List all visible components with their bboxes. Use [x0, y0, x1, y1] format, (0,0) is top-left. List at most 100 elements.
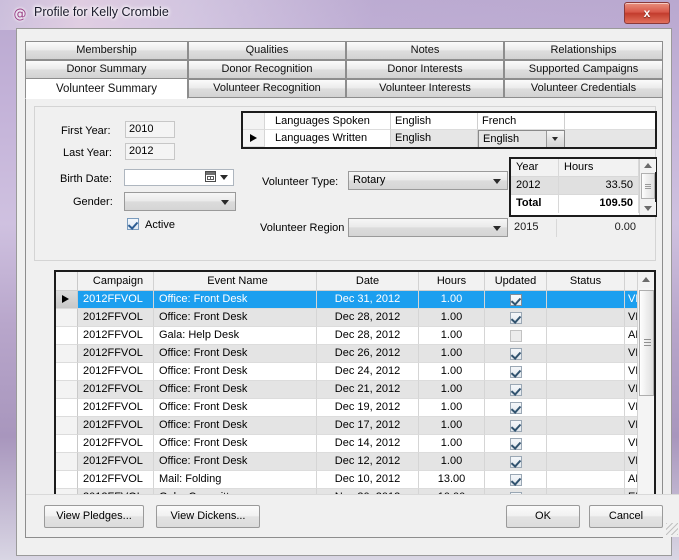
cell-event-name: Office: Front Desk	[154, 399, 317, 417]
table-row[interactable]: 2012FFVOL Office: Front Desk Dec 19, 2012 1…	[56, 399, 654, 417]
column-header-hours[interactable]: Hours	[419, 272, 485, 291]
row-pointer-icon	[250, 134, 257, 142]
cell-updated	[485, 327, 547, 345]
dialog-button-bar: View Pledges... View Dickens... OK Cance…	[26, 494, 679, 537]
column-header-campaign[interactable]: Campaign	[78, 272, 154, 291]
view-pledges-button[interactable]: View Pledges...	[44, 505, 144, 528]
table-row[interactable]: 2012FFVOL Office: Front Desk Dec 21, 2012 1…	[56, 381, 654, 399]
volunteer-region-select[interactable]	[348, 218, 508, 237]
active-checkbox[interactable]	[127, 218, 139, 230]
updated-checkbox[interactable]	[509, 330, 522, 342]
updated-checkbox[interactable]	[509, 456, 522, 468]
updated-checkbox[interactable]	[509, 348, 522, 360]
year-column-header: Year	[511, 159, 559, 177]
gender-label: Gender:	[73, 196, 113, 208]
chevron-down-icon	[493, 225, 501, 231]
cell-status	[547, 471, 625, 489]
scroll-thumb[interactable]	[641, 173, 655, 199]
languages-spoken-value-1[interactable]: English	[391, 113, 478, 130]
tab-volunteer-credentials[interactable]: Volunteer Credentials	[504, 79, 663, 98]
column-header-status[interactable]: Status	[547, 272, 625, 291]
scroll-up-icon[interactable]	[640, 159, 656, 172]
updated-checkbox[interactable]	[509, 438, 522, 450]
languages-written-row[interactable]: Languages Written English English	[243, 130, 655, 147]
first-year-field[interactable]: 2010	[125, 121, 175, 138]
column-header-event-name[interactable]: Event Name	[154, 272, 317, 291]
cell-event-name: Office: Front Desk	[154, 345, 317, 363]
table-row[interactable]: 2012FFVOL Gala: Help Desk Dec 28, 2012 1.00…	[56, 327, 654, 345]
tab-relationships[interactable]: Relationships	[504, 41, 663, 60]
tab-notes[interactable]: Notes	[346, 41, 504, 60]
grid-header-row: Campaign Event Name Date Hours Updated S…	[56, 272, 654, 291]
year-hours-row[interactable]: 2012 33.50	[511, 177, 639, 195]
table-row[interactable]: 2012FFVOL Office: Front Desk Dec 28, 2012 1…	[56, 309, 654, 327]
languages-spoken-value-2[interactable]: French	[478, 113, 565, 130]
cell-campaign: 2012FFVOL	[78, 327, 154, 345]
table-row[interactable]: 2012FFVOL Office: Front Desk Dec 14, 2012 1…	[56, 435, 654, 453]
calendar-icon	[205, 171, 216, 182]
cell-event-name: Gala: Help Desk	[154, 327, 317, 345]
scroll-down-icon[interactable]	[640, 202, 656, 215]
birth-date-label: Birth Date:	[60, 173, 112, 185]
tab-volunteer-interests[interactable]: Volunteer Interests	[346, 79, 504, 98]
updated-checkbox[interactable]	[509, 294, 522, 306]
resize-gripper-icon[interactable]	[666, 523, 678, 535]
table-row[interactable]: 2012FFVOL Office: Front Desk Dec 31, 2012 1…	[56, 291, 654, 309]
tab-donor-summary[interactable]: Donor Summary	[25, 60, 188, 79]
date-picker-button[interactable]	[205, 171, 231, 184]
tab-membership[interactable]: Membership	[25, 41, 188, 60]
year-hours-scrollbar[interactable]	[639, 159, 656, 215]
window-title: Profile for Kelly Crombie	[34, 5, 169, 19]
volunteer-type-select[interactable]: Rotary	[348, 171, 508, 190]
tab-supported-campaigns[interactable]: Supported Campaigns	[504, 60, 663, 79]
scroll-up-icon[interactable]	[638, 272, 654, 288]
table-row[interactable]: 2012FFVOL Office: Front Desk Dec 17, 2012 1…	[56, 417, 654, 435]
view-dickens-button[interactable]: View Dickens...	[156, 505, 260, 528]
cell-campaign: 2012FFVOL	[78, 363, 154, 381]
table-row[interactable]: 2012FFVOLMail: FoldingDec 10, 201213.00A…	[56, 471, 654, 489]
languages-written-value-3[interactable]	[565, 130, 655, 147]
updated-checkbox[interactable]	[509, 312, 522, 324]
gender-select[interactable]	[124, 192, 236, 211]
cell-date: Dec 19, 2012	[317, 399, 419, 417]
updated-checkbox[interactable]	[509, 474, 522, 486]
languages-written-value-1[interactable]: English	[391, 130, 478, 147]
languages-spoken-row[interactable]: Languages Spoken English French	[243, 113, 655, 130]
tab-donor-interests[interactable]: Donor Interests	[346, 60, 504, 79]
tab-row-1: Membership Qualities Notes Relationships	[25, 41, 663, 60]
window-titlebar[interactable]: @ Profile for Kelly Crombie x	[0, 0, 679, 30]
languages-spoken-value-3[interactable]	[565, 113, 655, 130]
updated-checkbox[interactable]	[509, 402, 522, 414]
first-year-label: First Year:	[61, 125, 111, 137]
tab-qualities[interactable]: Qualities	[188, 41, 346, 60]
row-header	[56, 291, 78, 309]
at-sign-icon: @	[13, 7, 27, 22]
table-row[interactable]: 2012FFVOL Office: Front Desk Dec 12, 2012 1…	[56, 453, 654, 471]
tab-donor-recognition[interactable]: Donor Recognition	[188, 60, 346, 79]
column-header-updated[interactable]: Updated	[485, 272, 547, 291]
grid-vertical-scrollbar[interactable]	[637, 272, 654, 532]
year-hours-table[interactable]: Year Hours 2012 33.50 Total 109.50	[509, 157, 657, 217]
column-header-date[interactable]: Date	[317, 272, 419, 291]
languages-written-value-2-editor[interactable]: English	[478, 130, 565, 147]
ok-button[interactable]: OK	[506, 505, 580, 528]
tab-volunteer-recognition[interactable]: Volunteer Recognition	[188, 79, 346, 98]
cancel-button[interactable]: Cancel	[589, 505, 663, 528]
updated-checkbox[interactable]	[509, 420, 522, 432]
last-year-field[interactable]: 2012	[125, 143, 175, 160]
close-button[interactable]: x	[624, 2, 670, 24]
total-label: Total	[511, 195, 559, 213]
updated-checkbox[interactable]	[509, 366, 522, 378]
tab-volunteer-summary[interactable]: Volunteer Summary	[25, 78, 188, 99]
cell-updated	[485, 291, 547, 309]
scroll-thumb[interactable]	[639, 290, 654, 396]
chevron-down-icon[interactable]	[546, 131, 564, 147]
cell-hours: 13.00	[419, 471, 485, 489]
birth-date-field[interactable]	[124, 169, 234, 186]
table-row[interactable]: 2012FFVOL Office: Front Desk Dec 24, 2012 1…	[56, 363, 654, 381]
total-hours: 109.50	[559, 195, 639, 213]
table-row[interactable]: 2012FFVOL Office: Front Desk Dec 26, 2012 1…	[56, 345, 654, 363]
languages-grid[interactable]: Languages Spoken English French Language…	[241, 111, 657, 149]
updated-checkbox[interactable]	[509, 384, 522, 396]
dialog-client-area: Membership Qualities Notes Relationships…	[16, 28, 679, 556]
